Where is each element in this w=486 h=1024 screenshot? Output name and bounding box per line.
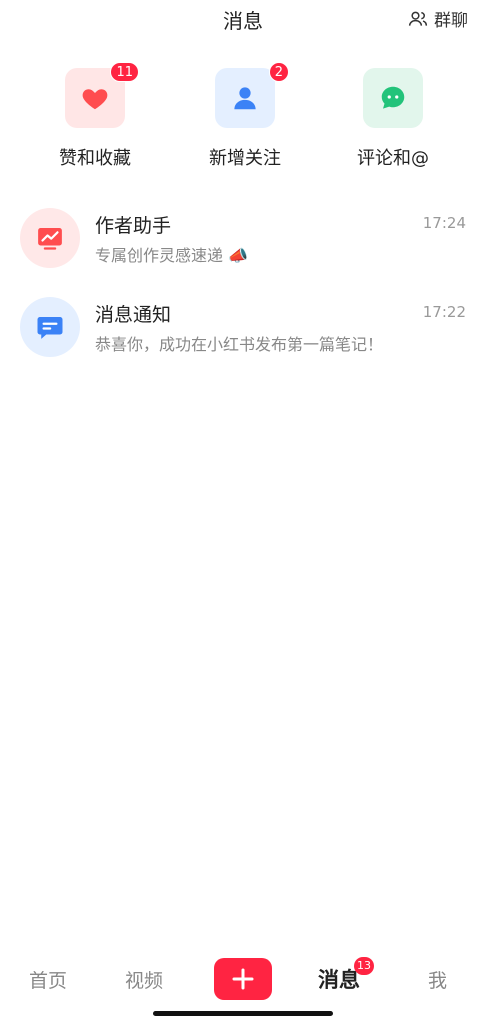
chat-bubble-icon <box>381 86 405 109</box>
nav-video[interactable]: 视频 <box>125 966 163 993</box>
group-icon <box>408 11 428 26</box>
messages-badge: 13 <box>354 957 374 975</box>
group-chat-button[interactable]: 群聊 <box>408 6 468 31</box>
conversation-preview: 专属创作灵感速递 📣 <box>95 246 249 265</box>
likes-collections-button[interactable]: 11 赞和收藏 <box>35 62 155 170</box>
list-item-author-assistant[interactable]: 作者助手 17:24 专属创作灵感速递 📣 <box>0 208 486 288</box>
avatar <box>20 208 80 268</box>
conversation-name: 作者助手 <box>95 215 172 237</box>
person-icon <box>234 87 256 110</box>
chart-board-icon <box>38 228 62 250</box>
message-icon <box>37 317 63 339</box>
post-button[interactable] <box>214 958 272 1000</box>
followers-icon-tile: 2 <box>215 62 289 128</box>
bottom-nav: 首页 视频 消息 13 我 <box>0 944 486 1024</box>
likes-icon-tile: 11 <box>65 62 139 128</box>
quick-actions: 11 赞和收藏 2 新增关注 评论和@ <box>0 62 486 170</box>
likes-label: 赞和收藏 <box>59 148 131 169</box>
comments-label: 评论和@ <box>357 148 429 169</box>
comments-icon-tile <box>363 68 423 128</box>
followers-label: 新增关注 <box>209 148 281 169</box>
conversation-preview: 恭喜你，成功在小红书发布第一篇笔记！ <box>95 335 384 354</box>
home-indicator <box>153 1011 333 1016</box>
new-followers-button[interactable]: 2 新增关注 <box>185 62 305 170</box>
avatar <box>20 297 80 357</box>
heart-icon <box>82 89 108 110</box>
followers-badge: 2 <box>268 62 289 82</box>
comments-mentions-button[interactable]: 评论和@ <box>333 68 453 170</box>
nav-me[interactable]: 我 <box>428 966 447 993</box>
plus-icon <box>232 968 254 990</box>
conversation-name: 消息通知 <box>95 304 172 326</box>
header: 消息 群聊 <box>0 0 486 36</box>
nav-home[interactable]: 首页 <box>29 966 67 993</box>
list-item-notifications[interactable]: 消息通知 17:22 恭喜你，成功在小红书发布第一篇笔记！ <box>0 297 486 377</box>
conversation-time: 17:22 <box>422 303 466 321</box>
group-chat-label: 群聊 <box>434 11 468 31</box>
conversation-time: 17:24 <box>422 214 466 232</box>
likes-badge: 11 <box>110 62 139 82</box>
